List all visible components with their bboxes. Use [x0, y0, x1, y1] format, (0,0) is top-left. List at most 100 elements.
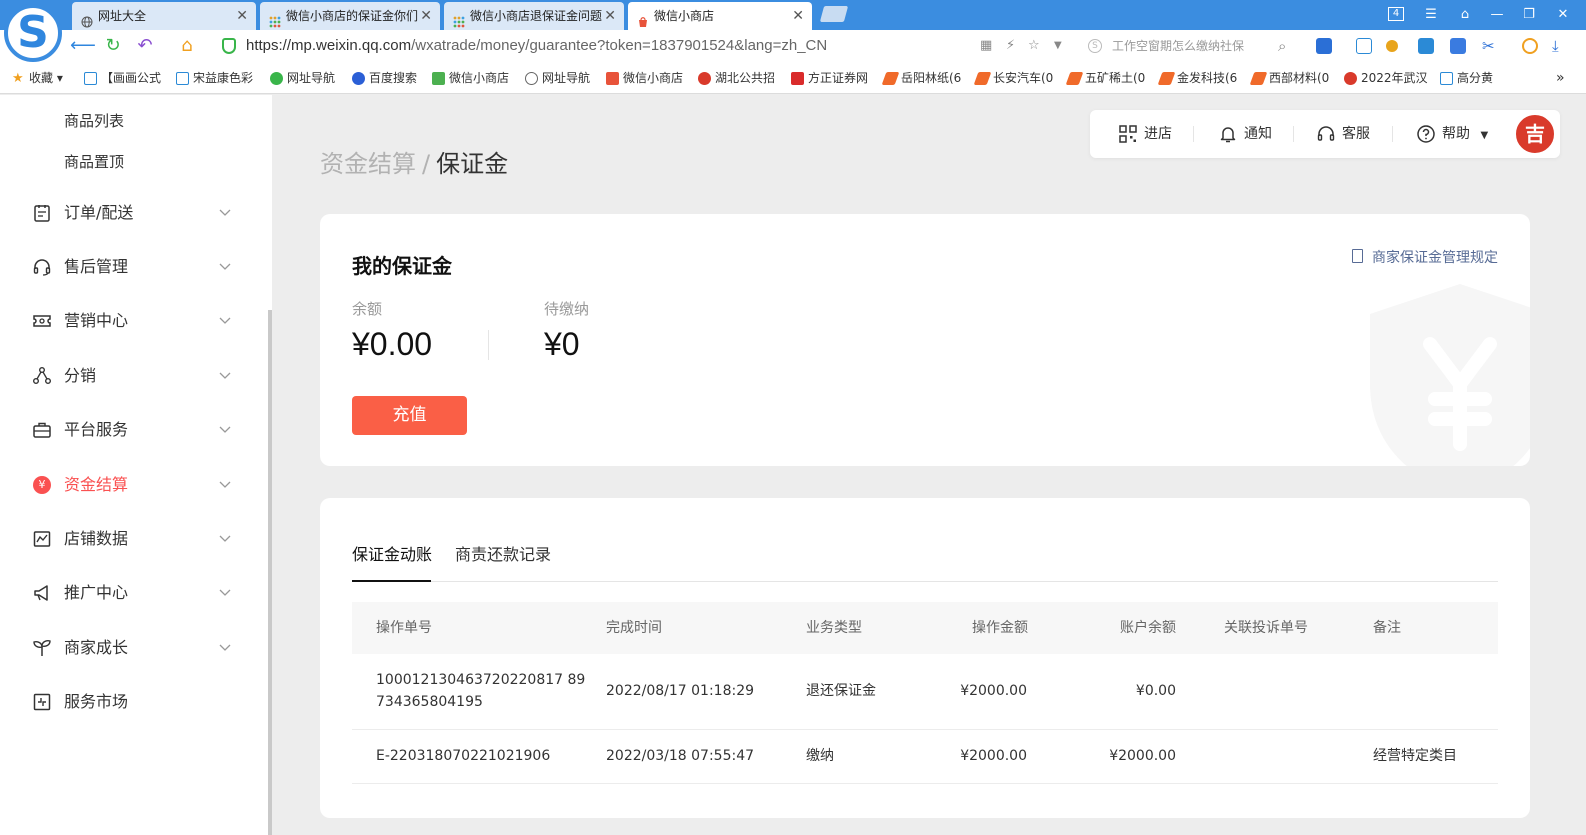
chevron-down-icon[interactable]: ▼: [1054, 35, 1062, 57]
bookmark-item[interactable]: 湖北公共招: [698, 70, 775, 86]
balance-value: ¥0.00: [352, 326, 433, 362]
divider: [488, 330, 489, 360]
help-dropdown[interactable]: 帮助 ▼: [1416, 124, 1488, 144]
browser-tab-label: 微信小商店: [654, 9, 715, 23]
table-row: E-220318070221021906 2022/03/18 07:55:47…: [352, 730, 1498, 784]
bookmark-item[interactable]: 五矿稀土(0: [1065, 70, 1145, 86]
search-input[interactable]: 工作空窗期怎么缴纳社保: [1112, 35, 1244, 57]
stock-icon: [1249, 72, 1268, 85]
headset-icon: [1316, 124, 1336, 144]
download-icon[interactable]: ⤓: [1552, 38, 1568, 54]
bookmark-item[interactable]: 高分黄: [1440, 70, 1493, 86]
ticket-icon: [32, 311, 52, 331]
sidebar-subitem-product-list[interactable]: 商品列表: [64, 110, 124, 131]
refresh-icon[interactable]: ↻: [102, 35, 124, 57]
column-header: 备注: [1373, 620, 1401, 636]
records-card: 保证金动账 商责还款记录 操作单号 完成时间 业务类型 操作金额 账户余额 关联…: [320, 498, 1530, 818]
home-icon[interactable]: ⌂: [176, 35, 198, 57]
bookmark-item[interactable]: 微信小商店: [606, 70, 683, 86]
window-count-badge[interactable]: 4: [1388, 7, 1404, 21]
close-icon[interactable]: ✕: [420, 2, 432, 30]
sidebar-item-orders[interactable]: 订单/配送: [32, 201, 242, 225]
bookmark-item[interactable]: 方正证券网: [791, 70, 868, 86]
bookmark-item[interactable]: 2022年武汉: [1344, 70, 1428, 86]
search-icon[interactable]: ⌕: [1278, 35, 1286, 57]
sidebar-scrollbar[interactable]: [268, 310, 272, 835]
bookmark-item[interactable]: 网址导航: [525, 70, 590, 86]
browser-tab-active[interactable]: 微信小商店 ✕: [628, 2, 812, 30]
scissors-icon[interactable]: ✂: [1482, 38, 1498, 54]
sidebar-item-fund-settlement[interactable]: ¥ 资金结算: [32, 473, 242, 497]
completion-time: 2022/03/18 07:55:47: [606, 748, 755, 764]
sidebar-item-store-data[interactable]: 店铺数据: [32, 527, 242, 551]
bookmarks-bar: ★ 收藏 ▾ 【画画公式 宋益康色彩 网址导航 百度搜索 微信小商店 网址导航 微…: [0, 62, 1586, 94]
caret-down-icon: ▼: [1480, 130, 1489, 141]
word-ext-icon[interactable]: [1316, 38, 1332, 54]
address-bar: ⟵ ↻ ↶ ⌂ https://mp.weixin.qq.com/wxatrad…: [0, 30, 1586, 62]
business-type: 缴纳: [806, 748, 834, 764]
sidebar-item-marketing[interactable]: 营销中心: [32, 309, 242, 333]
qr-icon[interactable]: ▦: [980, 35, 992, 57]
tab-deposit-transactions[interactable]: 保证金动账: [352, 542, 432, 568]
emoji-icon[interactable]: [1522, 38, 1538, 54]
enter-store-button[interactable]: 进店: [1118, 124, 1172, 144]
sidebar-item-aftersales[interactable]: 售后管理: [32, 255, 242, 279]
browser-tab[interactable]: 微信小商店退保证金问题 ✕: [444, 2, 624, 30]
recharge-button[interactable]: 充值: [352, 396, 467, 435]
deposit-rules-link[interactable]: 商家保证金管理规定: [1352, 247, 1498, 267]
clipboard-icon: [32, 203, 52, 223]
back-icon[interactable]: ⟵: [70, 35, 96, 57]
bookmark-item[interactable]: 西部材料(0: [1249, 70, 1329, 86]
question-circle-icon: [1416, 124, 1436, 144]
menu-icon[interactable]: ☰: [1420, 4, 1442, 26]
sidebar-item-service-market[interactable]: 服务市场: [32, 690, 242, 714]
undo-icon[interactable]: ↶: [134, 35, 156, 57]
shop-bag-icon: [637, 10, 649, 27]
chart-icon: [32, 529, 52, 549]
sidebar-item-platform-services[interactable]: 平台服务: [32, 418, 242, 442]
url-input[interactable]: https://mp.weixin.qq.com/wxatrade/money/…: [246, 35, 827, 57]
site-icon: [791, 72, 804, 85]
browser-tab[interactable]: 网址大全 ✕: [72, 2, 256, 30]
sidebar-item-merchant-growth[interactable]: 商家成长: [32, 636, 242, 660]
key-ext-icon[interactable]: [1386, 40, 1398, 52]
login-ext-icon[interactable]: [1356, 38, 1372, 54]
star-icon[interactable]: ☆: [1028, 35, 1040, 57]
minimize-icon[interactable]: —: [1486, 4, 1508, 26]
sidebar-item-distribution[interactable]: 分销: [32, 364, 242, 388]
avatar[interactable]: 吉: [1514, 113, 1556, 155]
bookmark-item[interactable]: 百度搜索: [352, 70, 417, 86]
more-bookmarks-icon[interactable]: »: [1556, 70, 1565, 86]
bookmark-item[interactable]: 网址导航: [270, 70, 335, 86]
customer-service-button[interactable]: 客服: [1316, 124, 1370, 144]
pending-value: ¥0: [544, 326, 580, 362]
notes-ext-icon[interactable]: [1450, 38, 1466, 54]
sidebar-subitem-product-pin[interactable]: 商品置顶: [64, 151, 124, 172]
tab-repayment-records[interactable]: 商责还款记录: [455, 542, 551, 568]
bookmark-item[interactable]: 长安汽车(0: [973, 70, 1053, 86]
skin-icon[interactable]: ⌂: [1454, 4, 1476, 26]
bookmark-item[interactable]: 【画画公式: [84, 70, 161, 86]
browser-tab[interactable]: 微信小商店的保证金你们 ✕: [260, 2, 440, 30]
bell-icon: [1218, 124, 1238, 144]
bookmark-item[interactable]: 微信小商店: [432, 70, 509, 86]
bookmark-item[interactable]: 金发科技(6: [1157, 70, 1237, 86]
sidebar-item-promotion[interactable]: 推广中心: [32, 581, 242, 605]
translate-ext-icon[interactable]: [1418, 38, 1434, 54]
order-number: 100012130463720220817 89 734365804195: [376, 672, 586, 710]
notifications-button[interactable]: 通知: [1218, 124, 1272, 144]
restore-icon[interactable]: ❐: [1518, 4, 1540, 26]
bookmark-item[interactable]: 宋益康色彩: [176, 70, 253, 86]
new-tab-button[interactable]: [819, 6, 849, 22]
bookmark-favorites[interactable]: ★ 收藏 ▾: [12, 70, 63, 86]
lightning-icon[interactable]: ⚡: [1006, 35, 1015, 57]
breadcrumb-parent[interactable]: 资金结算: [320, 150, 416, 178]
share-nodes-icon: [32, 366, 52, 386]
close-window-icon[interactable]: ✕: [1552, 4, 1574, 26]
bookmark-item[interactable]: 岳阳林纸(6: [881, 70, 961, 86]
close-icon[interactable]: ✕: [604, 2, 616, 30]
close-icon[interactable]: ✕: [236, 2, 248, 30]
search-engine-icon: S: [1088, 39, 1102, 53]
close-icon[interactable]: ✕: [792, 2, 804, 30]
table-header: 操作单号 完成时间 业务类型 操作金额 账户余额 关联投诉单号 备注: [352, 602, 1498, 654]
